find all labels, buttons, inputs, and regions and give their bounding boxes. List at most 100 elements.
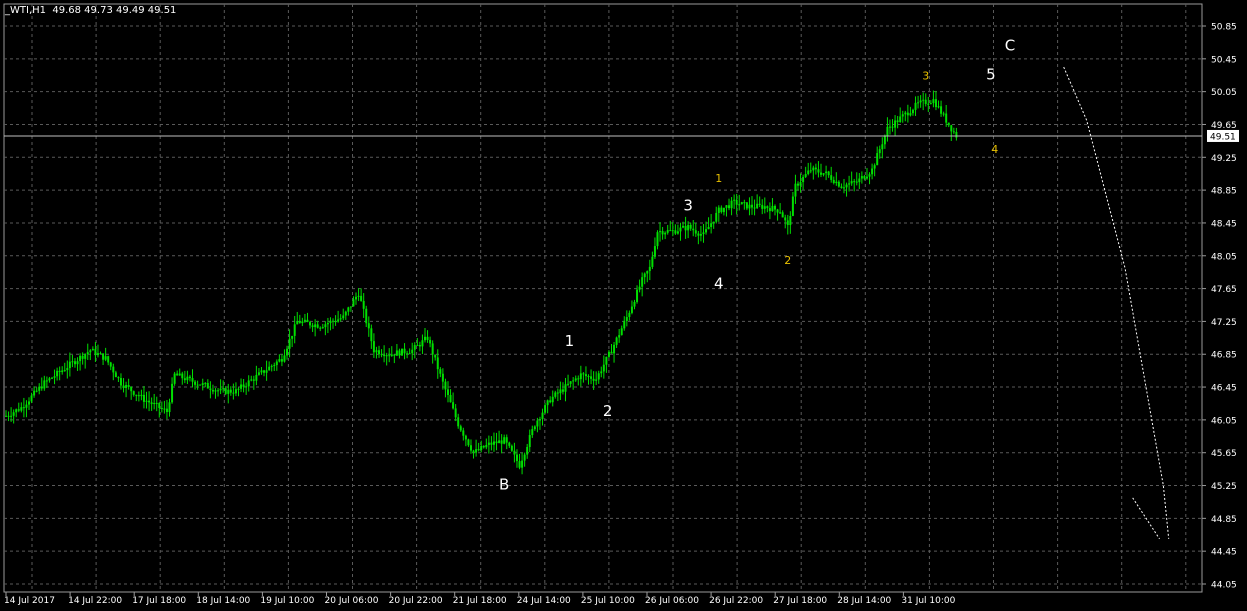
candle-body xyxy=(84,354,87,359)
candle-body xyxy=(66,368,69,371)
candle-body xyxy=(71,361,74,363)
y-tick-label: 49.25 xyxy=(1211,154,1237,164)
candle-body xyxy=(873,165,876,169)
candle-body xyxy=(513,450,516,455)
candle-body xyxy=(45,380,48,382)
candle-body xyxy=(135,394,138,396)
candle-body xyxy=(265,370,268,373)
candle-body xyxy=(615,337,618,345)
candle-body xyxy=(380,354,383,356)
candle-body xyxy=(79,355,82,362)
candle-body xyxy=(306,319,309,323)
candle-body xyxy=(316,324,319,328)
candle-body xyxy=(268,366,271,371)
candle-body xyxy=(628,312,631,318)
candle-body xyxy=(791,196,794,216)
candle-body xyxy=(945,113,948,123)
candle-body xyxy=(33,390,36,396)
candle-body xyxy=(86,352,89,355)
candle-body xyxy=(237,388,240,390)
candle-body xyxy=(625,317,628,322)
candle-body xyxy=(296,320,299,325)
candle-body xyxy=(283,355,286,362)
candle-body xyxy=(505,437,508,443)
candle-body xyxy=(398,350,401,356)
symbol-label: _WTI,H1 xyxy=(5,5,47,16)
candle-body xyxy=(291,335,294,339)
candle-body xyxy=(842,187,845,189)
candle-body xyxy=(636,289,639,302)
candle-body xyxy=(863,176,866,179)
candle-body xyxy=(549,400,552,403)
candle-body xyxy=(768,208,771,212)
candle-body xyxy=(664,232,667,235)
candle-body xyxy=(871,168,874,175)
x-tick-label: 25 Jul 10:00 xyxy=(581,596,635,606)
candle-body xyxy=(934,99,937,108)
candle-body xyxy=(429,339,432,344)
candle-body xyxy=(674,230,677,234)
candle-body xyxy=(881,144,884,150)
candle-body xyxy=(876,153,879,166)
candle-body xyxy=(789,215,792,226)
wave-label: 4 xyxy=(991,143,998,156)
candle-body xyxy=(482,445,485,448)
candle-body xyxy=(91,348,94,351)
candle-body xyxy=(684,225,687,231)
candle-body xyxy=(148,400,151,403)
candle-body xyxy=(375,350,378,353)
candle-body xyxy=(25,404,28,408)
candle-body xyxy=(436,357,439,370)
wave-label: 1 xyxy=(715,172,722,185)
candle-body xyxy=(572,380,575,382)
candle-body xyxy=(745,202,748,209)
candle-body xyxy=(682,225,685,228)
candle-body xyxy=(503,437,506,444)
candle-body xyxy=(454,408,457,418)
candle-body xyxy=(53,376,56,378)
candle-body xyxy=(329,320,332,324)
candle-body xyxy=(922,99,925,101)
price-chart[interactable]: B 1 2 3 4 1 2 3 4 5C 50.85 50.45 50.05 49.65 49.25 48.… xyxy=(0,0,1247,611)
candle-body xyxy=(671,230,674,232)
candle-body xyxy=(761,204,764,209)
candle-body xyxy=(510,445,513,451)
candle-body xyxy=(301,321,304,324)
y-tick-label: 47.65 xyxy=(1211,285,1237,295)
candle-body xyxy=(500,440,503,444)
candle-body xyxy=(523,454,526,461)
candle-body xyxy=(385,355,388,357)
candle-body xyxy=(950,125,953,132)
wave-label: 4 xyxy=(714,275,724,293)
candle-body xyxy=(556,392,559,394)
y-tick-label: 48.45 xyxy=(1211,219,1237,229)
candle-body xyxy=(720,207,723,213)
candle-body xyxy=(743,202,746,204)
candle-body xyxy=(270,365,273,367)
candle-body xyxy=(536,420,539,427)
candle-body xyxy=(439,369,442,374)
candle-body xyxy=(661,231,664,235)
candle-body xyxy=(459,426,462,431)
candle-body xyxy=(707,226,710,230)
candle-body xyxy=(349,306,352,308)
candle-body xyxy=(955,132,958,138)
candle-body xyxy=(753,207,756,209)
candle-body xyxy=(142,394,145,402)
candle-body xyxy=(224,388,227,394)
candle-body xyxy=(623,321,626,329)
candle-body xyxy=(607,351,610,357)
candle-body xyxy=(183,378,186,381)
candle-body xyxy=(546,400,549,406)
candle-body xyxy=(469,445,472,451)
candle-body xyxy=(756,203,759,209)
candle-body xyxy=(365,308,368,324)
candle-body xyxy=(449,394,452,403)
candle-body xyxy=(321,327,324,329)
candle-body xyxy=(441,373,444,382)
x-tick-label: 20 Jul 06:00 xyxy=(325,596,379,606)
wave-label: C xyxy=(1005,37,1015,55)
candle-body xyxy=(342,315,345,319)
candle-body xyxy=(132,391,135,395)
candle-body xyxy=(446,389,449,395)
